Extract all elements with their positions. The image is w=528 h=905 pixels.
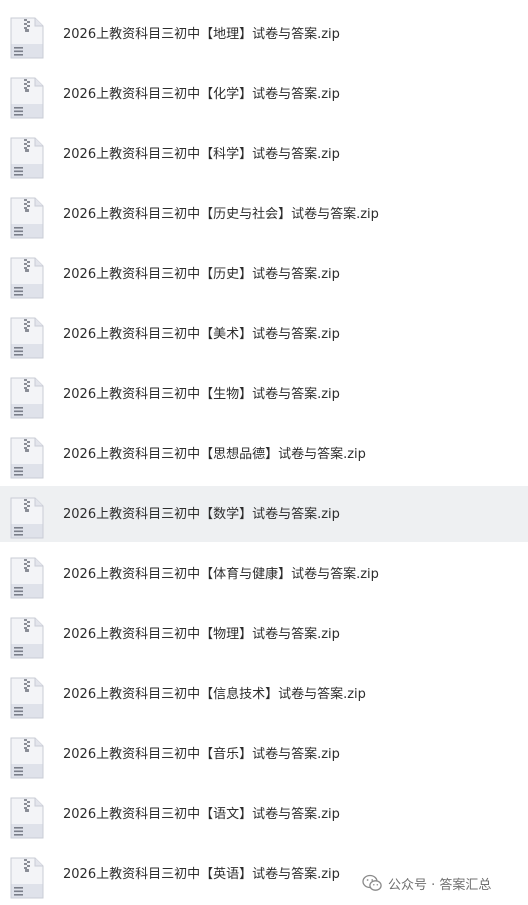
watermark-text: 公众号 · 答案汇总 — [388, 877, 492, 893]
file-row[interactable]: 2026上教资科目三初中【数学】试卷与答案.zip — [0, 486, 528, 542]
file-row[interactable]: 2026上教资科目三初中【地理】试卷与答案.zip — [0, 6, 528, 62]
file-row[interactable]: 2026上教资科目三初中【体育与健康】试卷与答案.zip — [0, 546, 528, 602]
file-row[interactable]: 2026上教资科目三初中【化学】试卷与答案.zip — [0, 66, 528, 122]
file-name: 2026上教资科目三初中【数学】试卷与答案.zip — [63, 507, 340, 522]
zip-archive-icon — [10, 137, 44, 179]
zip-archive-icon — [10, 857, 44, 899]
zip-archive-icon — [10, 797, 44, 839]
file-name: 2026上教资科目三初中【英语】试卷与答案.zip — [63, 867, 340, 882]
zip-archive-icon — [10, 197, 44, 239]
zip-archive-icon — [10, 377, 44, 419]
file-name: 2026上教资科目三初中【科学】试卷与答案.zip — [63, 147, 340, 162]
file-row[interactable]: 2026上教资科目三初中【信息技术】试卷与答案.zip — [0, 666, 528, 722]
file-name: 2026上教资科目三初中【美术】试卷与答案.zip — [63, 327, 340, 342]
zip-archive-icon — [10, 737, 44, 779]
file-row[interactable]: 2026上教资科目三初中【科学】试卷与答案.zip — [0, 126, 528, 182]
file-row[interactable]: 2026上教资科目三初中【美术】试卷与答案.zip — [0, 306, 528, 362]
zip-archive-icon — [10, 257, 44, 299]
file-name: 2026上教资科目三初中【思想品德】试卷与答案.zip — [63, 447, 366, 462]
file-row[interactable]: 2026上教资科目三初中【历史与社会】试卷与答案.zip — [0, 186, 528, 242]
file-row[interactable]: 2026上教资科目三初中【语文】试卷与答案.zip — [0, 786, 528, 842]
zip-archive-icon — [10, 557, 44, 599]
watermark: 公众号 · 答案汇总 — [362, 872, 491, 894]
file-row[interactable]: 2026上教资科目三初中【思想品德】试卷与答案.zip — [0, 426, 528, 482]
file-row[interactable]: 2026上教资科目三初中【历史】试卷与答案.zip — [0, 246, 528, 302]
zip-archive-icon — [10, 437, 44, 479]
zip-archive-icon — [10, 677, 44, 719]
file-name: 2026上教资科目三初中【体育与健康】试卷与答案.zip — [63, 567, 379, 582]
zip-archive-icon — [10, 77, 44, 119]
file-name: 2026上教资科目三初中【语文】试卷与答案.zip — [63, 807, 340, 822]
file-row[interactable]: 2026上教资科目三初中【音乐】试卷与答案.zip — [0, 726, 528, 782]
zip-archive-icon — [10, 617, 44, 659]
file-name: 2026上教资科目三初中【生物】试卷与答案.zip — [63, 387, 340, 402]
file-name: 2026上教资科目三初中【历史与社会】试卷与答案.zip — [63, 207, 379, 222]
file-name: 2026上教资科目三初中【信息技术】试卷与答案.zip — [63, 687, 366, 702]
file-name: 2026上教资科目三初中【历史】试卷与答案.zip — [63, 267, 340, 282]
file-name: 2026上教资科目三初中【物理】试卷与答案.zip — [63, 627, 340, 642]
file-name: 2026上教资科目三初中【地理】试卷与答案.zip — [63, 27, 340, 42]
file-name: 2026上教资科目三初中【音乐】试卷与答案.zip — [63, 747, 340, 762]
file-name: 2026上教资科目三初中【化学】试卷与答案.zip — [63, 87, 340, 102]
file-list: 2026上教资科目三初中【地理】试卷与答案.zip 2026上教资科目三初中【化学… — [0, 0, 528, 905]
zip-archive-icon — [10, 17, 44, 59]
zip-archive-icon — [10, 317, 44, 359]
file-row[interactable]: 2026上教资科目三初中【物理】试卷与答案.zip — [0, 606, 528, 662]
file-row[interactable]: 2026上教资科目三初中【生物】试卷与答案.zip — [0, 366, 528, 422]
wechat-icon — [362, 874, 382, 891]
zip-archive-icon — [10, 497, 44, 539]
